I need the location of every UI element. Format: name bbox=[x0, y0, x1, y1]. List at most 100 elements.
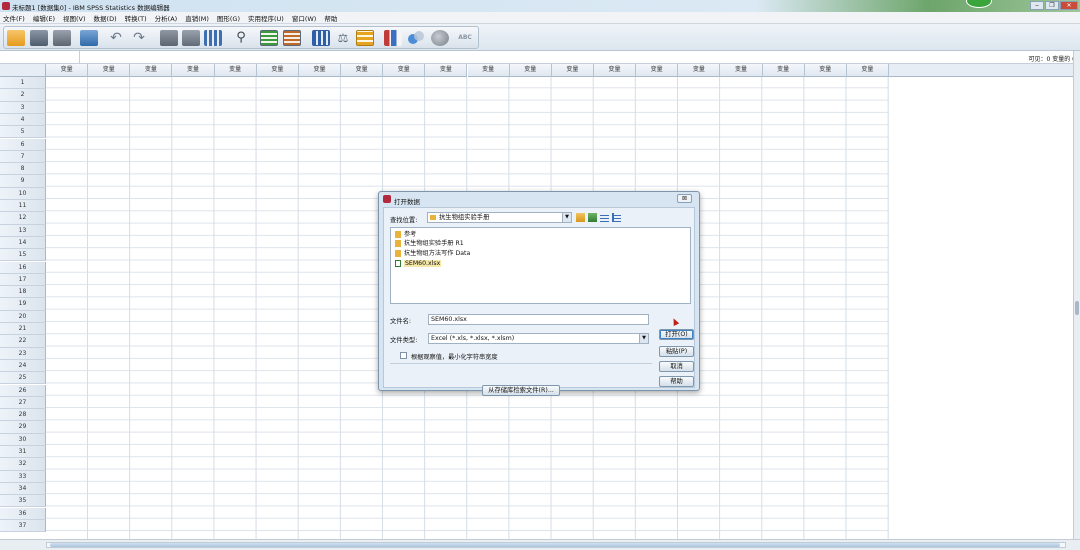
row-header[interactable]: 30 bbox=[0, 433, 46, 446]
column-header[interactable]: 变量 bbox=[467, 64, 510, 77]
list-item[interactable]: 抗生物组实验手册 R1 bbox=[395, 239, 464, 248]
minimize-button[interactable]: ‒ bbox=[1030, 1, 1044, 10]
insert-cases-icon[interactable] bbox=[260, 30, 278, 46]
list-item[interactable]: 参考 bbox=[395, 230, 416, 239]
column-header[interactable]: 变量 bbox=[636, 64, 679, 77]
row-header[interactable]: 1 bbox=[0, 77, 46, 90]
row-header[interactable]: 4 bbox=[0, 113, 46, 127]
row-header[interactable]: 22 bbox=[0, 335, 46, 348]
retrieve-from-repository-button[interactable]: 从存储库检索文件(R)... bbox=[482, 385, 560, 396]
row-header[interactable]: 8 bbox=[0, 163, 46, 176]
row-header[interactable]: 34 bbox=[0, 482, 46, 496]
row-header[interactable]: 33 bbox=[0, 470, 46, 483]
row-header[interactable]: 14 bbox=[0, 236, 46, 250]
column-header[interactable]: 变量 bbox=[172, 64, 215, 77]
paste-button[interactable]: 粘贴(P) bbox=[659, 346, 694, 357]
value-labels-icon[interactable] bbox=[384, 30, 402, 46]
row-header[interactable]: 24 bbox=[0, 359, 46, 373]
list-item[interactable]: 抗生物组方法写作 Data bbox=[395, 249, 470, 258]
menu-utilities[interactable]: 实用程序(U) bbox=[248, 13, 284, 23]
menu-transform[interactable]: 转换(T) bbox=[125, 13, 147, 23]
new-folder-icon[interactable] bbox=[588, 213, 597, 222]
vertical-scroll-thumb[interactable] bbox=[1075, 301, 1079, 315]
details-view-icon[interactable] bbox=[612, 213, 621, 222]
row-header[interactable]: 21 bbox=[0, 323, 46, 336]
row-header[interactable]: 6 bbox=[0, 138, 46, 151]
cancel-button[interactable]: 取消 bbox=[659, 361, 694, 372]
column-header[interactable]: 变量 bbox=[88, 64, 131, 77]
list-view-icon[interactable] bbox=[600, 213, 609, 222]
row-header[interactable]: 5 bbox=[0, 126, 46, 139]
maximize-button[interactable]: ❐ bbox=[1045, 1, 1059, 10]
row-header[interactable]: 20 bbox=[0, 310, 46, 323]
select-cases-icon[interactable] bbox=[356, 30, 374, 46]
row-header[interactable]: 29 bbox=[0, 421, 46, 434]
weight-cases-icon[interactable]: ⚖ bbox=[334, 30, 352, 46]
menu-view[interactable]: 视图(V) bbox=[63, 13, 86, 23]
column-header[interactable]: 变量 bbox=[425, 64, 468, 77]
dialog-close-button[interactable]: ⊠ bbox=[677, 194, 692, 203]
row-header[interactable]: 23 bbox=[0, 347, 46, 360]
insert-variable-icon[interactable] bbox=[283, 30, 301, 46]
column-header[interactable]: 变量 bbox=[256, 64, 299, 77]
vertical-scrollbar[interactable] bbox=[1073, 51, 1080, 539]
chevron-down-icon[interactable]: ▼ bbox=[562, 213, 571, 222]
menu-graphs[interactable]: 图形(G) bbox=[217, 13, 240, 23]
undo-icon[interactable]: ↶ bbox=[107, 30, 125, 46]
menu-help[interactable]: 帮助 bbox=[324, 13, 337, 23]
dialog-recall-icon[interactable] bbox=[80, 30, 98, 46]
row-header[interactable]: 10 bbox=[0, 187, 46, 200]
row-header[interactable]: 3 bbox=[0, 101, 46, 114]
up-folder-icon[interactable] bbox=[576, 213, 585, 222]
menu-file[interactable]: 文件(F) bbox=[3, 13, 25, 23]
column-header[interactable]: 变量 bbox=[298, 64, 342, 77]
menu-analyze[interactable]: 分析(A) bbox=[155, 13, 178, 23]
row-header[interactable]: 27 bbox=[0, 396, 46, 410]
minimize-string-width-checkbox[interactable] bbox=[400, 352, 407, 359]
column-header[interactable]: 变量 bbox=[551, 64, 594, 77]
column-header[interactable]: 变量 bbox=[846, 64, 889, 77]
use-variable-sets-icon[interactable] bbox=[407, 30, 425, 46]
filename-input[interactable]: SEM60.xlsx bbox=[428, 314, 649, 325]
row-header[interactable]: 28 bbox=[0, 409, 46, 422]
row-header[interactable]: 18 bbox=[0, 286, 46, 299]
column-header[interactable]: 变量 bbox=[130, 64, 173, 77]
list-item[interactable]: SEM60.xlsx bbox=[395, 259, 442, 268]
row-header[interactable]: 25 bbox=[0, 372, 46, 385]
column-header[interactable]: 变量 bbox=[214, 64, 257, 77]
close-button[interactable]: ✕ bbox=[1060, 1, 1078, 10]
cell-name-box[interactable] bbox=[0, 51, 80, 64]
save-icon[interactable] bbox=[30, 30, 48, 46]
row-header[interactable]: 19 bbox=[0, 298, 46, 311]
horizontal-scrollbar[interactable] bbox=[0, 539, 1080, 550]
column-header[interactable]: 变量 bbox=[804, 64, 847, 77]
print-icon[interactable] bbox=[53, 30, 71, 46]
row-header[interactable]: 35 bbox=[0, 495, 46, 508]
column-header[interactable]: 变量 bbox=[46, 64, 89, 77]
menu-edit[interactable]: 编辑(E) bbox=[33, 13, 55, 23]
column-header[interactable]: 变量 bbox=[383, 64, 426, 77]
column-header[interactable]: 变量 bbox=[593, 64, 637, 77]
row-header[interactable]: 11 bbox=[0, 200, 46, 213]
row-header[interactable]: 13 bbox=[0, 224, 46, 237]
notification-bubble-icon[interactable] bbox=[966, 0, 992, 8]
row-header[interactable]: 26 bbox=[0, 384, 46, 397]
look-in-select[interactable]: 抗生物组实验手册 ▼ bbox=[427, 212, 572, 223]
row-header[interactable]: 12 bbox=[0, 212, 46, 225]
open-button[interactable]: 打开(O) bbox=[659, 329, 694, 340]
redo-icon[interactable]: ↷ bbox=[130, 30, 148, 46]
row-header[interactable]: 7 bbox=[0, 150, 46, 164]
find-icon[interactable]: ⚲ bbox=[232, 30, 250, 46]
row-header[interactable]: 36 bbox=[0, 507, 46, 520]
horizontal-scroll-thumb[interactable] bbox=[50, 543, 1060, 547]
menu-direct-marketing[interactable]: 直销(M) bbox=[185, 13, 209, 23]
goto-case-icon[interactable] bbox=[160, 30, 178, 46]
spell-check-icon[interactable]: ABC bbox=[456, 30, 474, 46]
chevron-down-icon[interactable]: ▼ bbox=[639, 334, 648, 343]
row-header[interactable]: 37 bbox=[0, 519, 46, 533]
column-header[interactable]: 变量 bbox=[678, 64, 721, 77]
row-header[interactable]: 32 bbox=[0, 458, 46, 471]
row-header[interactable]: 15 bbox=[0, 249, 46, 262]
show-all-variables-icon[interactable] bbox=[431, 30, 449, 46]
menu-data[interactable]: 数据(D) bbox=[94, 13, 117, 23]
